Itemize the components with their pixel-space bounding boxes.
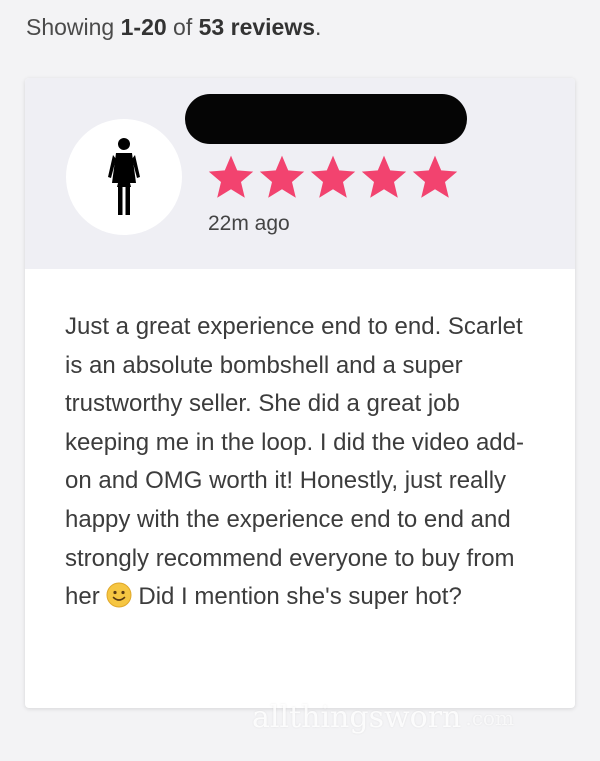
female-figure-icon — [108, 138, 140, 215]
summary-middle: of — [166, 14, 199, 40]
watermark-text: allthingsworn — [252, 700, 462, 735]
summary-prefix: Showing — [26, 14, 121, 40]
reviewer-avatar — [66, 119, 182, 235]
redacted-reviewer-name — [185, 94, 467, 144]
review-count-summary: Showing 1-20 of 53 reviews. — [26, 14, 321, 41]
watermark-suffix: .com — [465, 705, 514, 730]
star-icon — [259, 155, 305, 198]
site-watermark: allthingsworn .com — [252, 700, 514, 735]
star-icon — [208, 155, 254, 198]
review-time: 22m ago — [208, 212, 290, 235]
summary-range: 1-20 — [120, 14, 167, 40]
star-icon — [412, 155, 458, 198]
review-card-header: 22m ago — [25, 78, 575, 269]
smiley-face-icon — [106, 582, 132, 608]
review-text-end: Did I mention she's super hot? — [138, 583, 462, 611]
summary-count: 53 reviews — [198, 14, 316, 40]
review-text-main: Just a great experience end to end. Scar… — [65, 313, 524, 611]
star-icon — [310, 155, 356, 198]
star-rating — [207, 154, 459, 200]
star-icon — [361, 155, 407, 198]
summary-suffix: . — [315, 14, 322, 40]
review-card: 22m ago Just a great experience end to e… — [25, 78, 575, 708]
review-text: Just a great experience end to end. Scar… — [65, 308, 545, 617]
